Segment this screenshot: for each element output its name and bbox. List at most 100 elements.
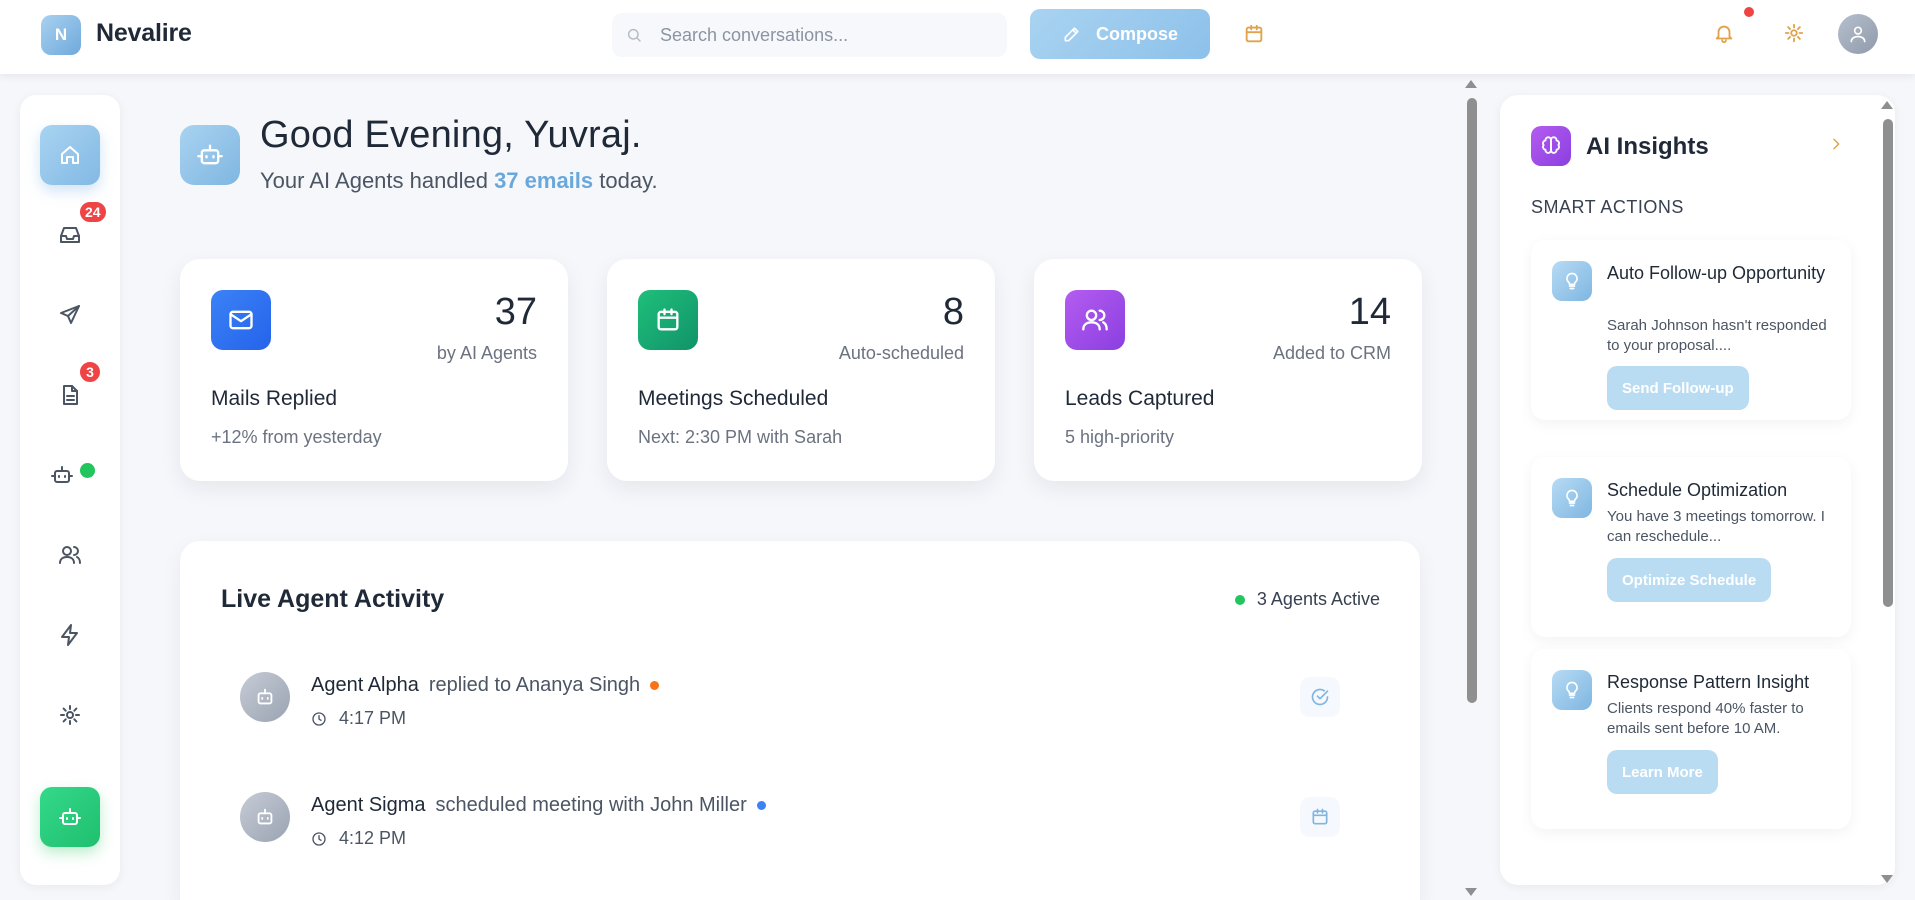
- lightbulb-icon: [1552, 478, 1592, 518]
- inbox-badge: 24: [78, 200, 108, 224]
- stat-title: Mails Replied: [211, 387, 338, 410]
- insight-text: You have 3 meetings tomorrow. I can resc…: [1607, 508, 1825, 545]
- users-icon: [1065, 290, 1125, 350]
- status-dot: [650, 681, 660, 690]
- insight-card: Auto Follow-up Opportunity Sarah Johnson…: [1531, 240, 1851, 420]
- sidebar-item-sent[interactable]: [40, 285, 100, 345]
- online-status-dot: [80, 463, 95, 478]
- sidebar-item-settings[interactable]: [40, 685, 100, 745]
- agent-avatar: [240, 672, 290, 722]
- document-icon: [58, 383, 82, 407]
- search-input[interactable]: [660, 13, 990, 57]
- mail-icon: [211, 290, 271, 350]
- stat-title: Leads Captured: [1065, 387, 1215, 410]
- stat-card-meetings[interactable]: 8 Auto-scheduled Meetings Scheduled Next…: [607, 259, 995, 481]
- compose-button[interactable]: Compose: [1030, 9, 1210, 59]
- insight-title: Auto Follow-up Opportunity: [1607, 263, 1826, 283]
- insight-card: Response Pattern Insight Clients respond…: [1531, 649, 1851, 829]
- stat-card-mails[interactable]: 37 by AI Agents Mails Replied +12% from …: [180, 259, 568, 481]
- stat-sub: 5 high-priority: [1065, 427, 1175, 447]
- insight-card: Schedule Optimization You have 3 meeting…: [1531, 457, 1851, 637]
- top-bar: N Nevalire Compose: [0, 0, 1915, 74]
- search-box[interactable]: [612, 13, 1007, 57]
- panel-scrollbar[interactable]: [1880, 97, 1894, 887]
- panel-title: AI Insights: [1586, 133, 1709, 160]
- check-circle-icon[interactable]: [1300, 677, 1340, 717]
- stat-value: 37: [494, 291, 537, 333]
- activity-title: Live Agent Activity: [221, 585, 445, 613]
- scrollbar-thumb[interactable]: [1467, 98, 1477, 703]
- stat-value: 8: [942, 291, 964, 333]
- documents-badge: 3: [78, 360, 102, 384]
- ai-insights-panel: AI Insights SMART ACTIONS Auto Follow-up…: [1500, 95, 1895, 885]
- lightning-icon: [58, 623, 82, 647]
- lightbulb-icon: [1552, 261, 1592, 301]
- robot-icon: [58, 805, 82, 829]
- stat-caption: Auto-scheduled: [838, 343, 964, 363]
- insight-title: Response Pattern Insight: [1607, 672, 1810, 692]
- calendar-icon[interactable]: [1300, 797, 1340, 837]
- page-title: Good Evening, Yuvraj.: [260, 114, 642, 156]
- sidebar-item-home[interactable]: [40, 125, 100, 185]
- status-dot: [756, 801, 766, 810]
- insight-text: Clients respond 40% faster to emails sen…: [1607, 700, 1804, 737]
- avatar[interactable]: [1838, 14, 1878, 54]
- calendar-icon: [638, 290, 698, 350]
- agent-avatar: [240, 792, 290, 842]
- scrollbar-thumb[interactable]: [1883, 119, 1893, 607]
- sidebar-item-contacts[interactable]: [40, 525, 100, 585]
- agent-name: Agent Sigma: [311, 794, 426, 816]
- agents-active-status: 3 Agents Active: [1234, 589, 1380, 610]
- user-icon: [1848, 24, 1868, 44]
- agent-action: replied to Ananya Singh: [428, 674, 641, 696]
- learn-more-button[interactable]: Learn More: [1607, 750, 1718, 794]
- gear-icon: [58, 703, 82, 727]
- search-icon: [626, 27, 642, 43]
- stat-value: 14: [1348, 291, 1391, 333]
- insight-text: Sarah Johnson hasn't responded to your p…: [1607, 317, 1827, 354]
- home-icon: [58, 143, 82, 167]
- lightbulb-icon: [1552, 670, 1592, 710]
- stat-caption: by AI Agents: [436, 343, 537, 363]
- calendar-icon[interactable]: [1243, 23, 1265, 45]
- stat-sub: Next: 2:30 PM with Sarah: [638, 427, 843, 447]
- agent-name: Agent Alpha: [311, 674, 419, 696]
- agent-action: scheduled meeting with John Miller: [435, 794, 747, 816]
- activity-row[interactable]: Agent Alpha replied to Ananya Singh 4:17…: [240, 672, 1360, 752]
- greeting-subtitle: Your AI Agents handled 37 emails today.: [260, 168, 658, 193]
- sidebar-item-automations[interactable]: [40, 605, 100, 665]
- insight-title: Schedule Optimization: [1607, 480, 1788, 500]
- app-name: Nevalire: [96, 19, 192, 47]
- activity-time: 4:17 PM: [339, 708, 407, 728]
- users-icon: [58, 543, 82, 567]
- notification-dot: [1744, 7, 1754, 17]
- stat-caption: Added to CRM: [1272, 343, 1391, 363]
- active-dot: [1234, 594, 1245, 605]
- send-follow-up-button[interactable]: Send Follow-up: [1607, 366, 1749, 410]
- brain-icon: [1531, 126, 1571, 166]
- send-icon: [58, 303, 82, 327]
- ai-agent-button[interactable]: [40, 787, 100, 847]
- inbox-icon: [58, 223, 82, 247]
- emails-handled-count: 37 emails: [494, 168, 594, 193]
- compose-label: Compose: [1095, 23, 1178, 44]
- optimize-schedule-button[interactable]: Optimize Schedule: [1607, 558, 1772, 602]
- chevron-right-icon[interactable]: [1828, 136, 1844, 152]
- robot-icon: [50, 463, 74, 487]
- app-logo[interactable]: N: [41, 15, 81, 55]
- activity-time: 4:12 PM: [339, 828, 407, 848]
- pen-icon: [1062, 24, 1082, 44]
- greeting-robot-icon: [180, 125, 240, 185]
- stat-sub: +12% from yesterday: [211, 427, 382, 447]
- bell-icon[interactable]: [1713, 22, 1735, 44]
- sidebar: 24 3: [20, 95, 120, 885]
- gear-icon[interactable]: [1783, 22, 1805, 44]
- stat-title: Meetings Scheduled: [638, 387, 829, 410]
- clock-icon: [311, 831, 327, 847]
- live-agent-activity-panel: Live Agent Activity 3 Agents Active Agen…: [180, 541, 1420, 900]
- clock-icon: [311, 711, 327, 727]
- section-heading: SMART ACTIONS: [1531, 197, 1684, 217]
- activity-row[interactable]: Agent Sigma scheduled meeting with John …: [240, 792, 1360, 872]
- stat-card-leads[interactable]: 14 Added to CRM Leads Captured 5 high-pr…: [1034, 259, 1422, 481]
- main-scrollbar[interactable]: [1464, 76, 1478, 900]
